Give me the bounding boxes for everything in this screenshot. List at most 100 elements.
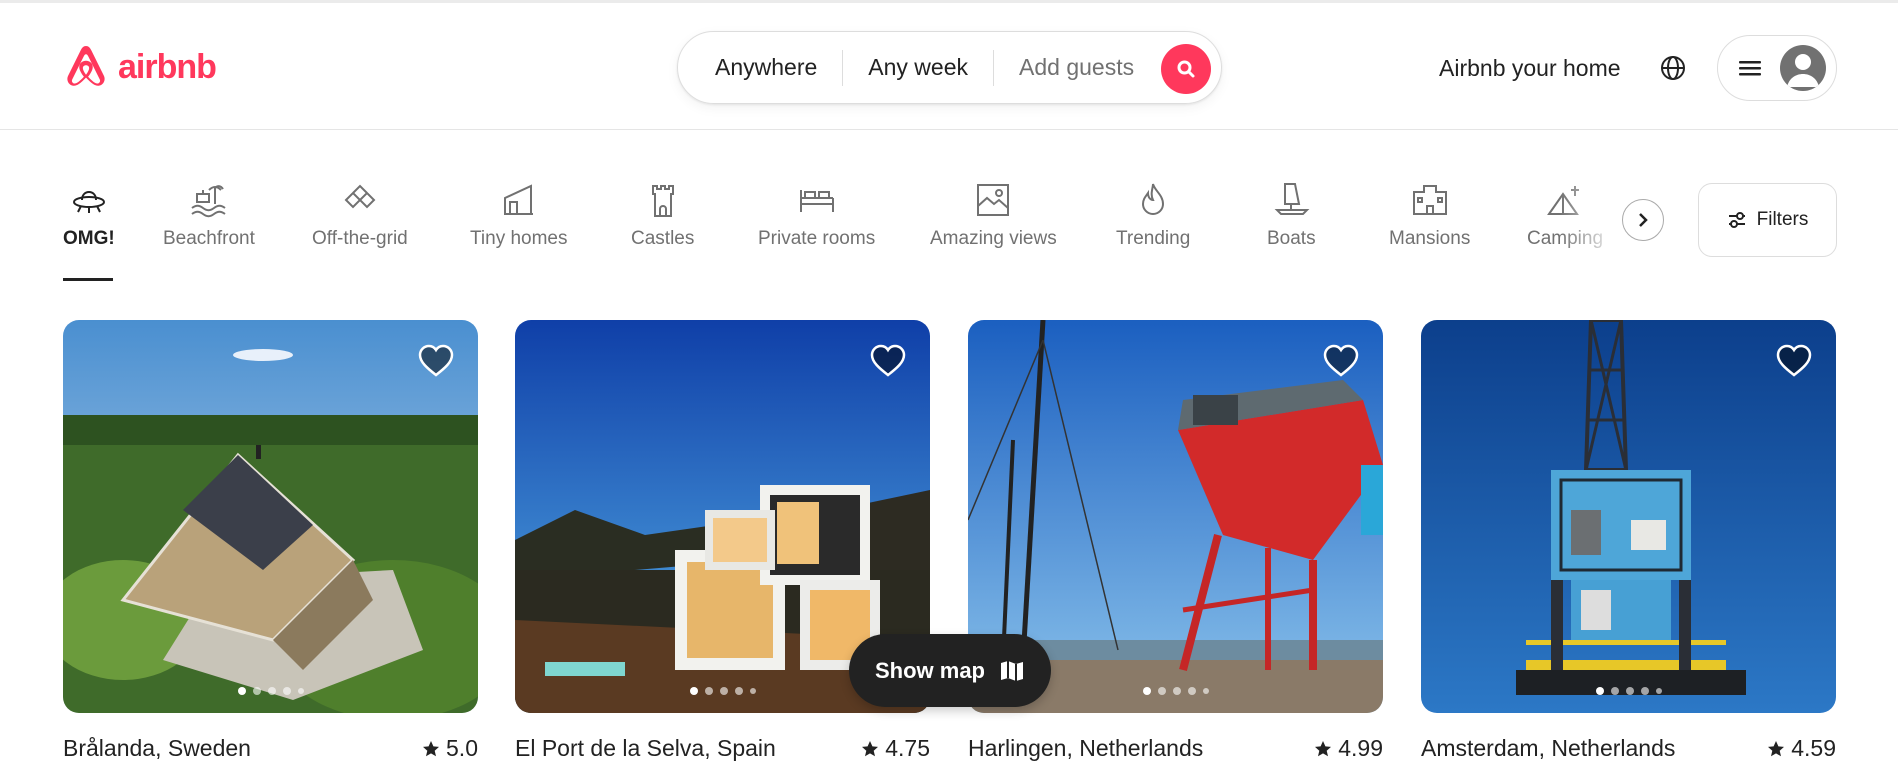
host-link[interactable]: Airbnb your home xyxy=(1439,55,1621,82)
flame-icon xyxy=(1142,183,1165,215)
listing-location: Harlingen, Netherlands xyxy=(968,735,1204,761)
listing-info: Amsterdam, Netherlands 4.59 xyxy=(1421,735,1836,762)
pagination-dot xyxy=(237,687,246,695)
pagination-dot xyxy=(719,687,728,695)
pagination-dot xyxy=(1142,687,1151,695)
category-omg[interactable]: OMG! xyxy=(63,180,115,250)
rating-value: 4.59 xyxy=(1791,735,1836,761)
logo-text: airbnb xyxy=(118,47,217,86)
category-trending[interactable]: Trending xyxy=(1116,180,1190,250)
filters-label: Filters xyxy=(1756,209,1809,230)
listing-rating: 5.0 xyxy=(422,735,478,762)
category-private-rooms[interactable]: Private rooms xyxy=(758,180,875,250)
globe-icon[interactable] xyxy=(1660,55,1686,81)
pagination-dot xyxy=(1172,687,1181,695)
star-icon xyxy=(423,740,440,756)
pagination-dot xyxy=(1625,687,1634,695)
off-grid-icon xyxy=(344,184,376,209)
pagination-dot xyxy=(704,687,713,695)
category-label: Amazing views xyxy=(930,228,1057,249)
star-icon xyxy=(1315,740,1332,756)
pagination-dot xyxy=(1202,688,1209,694)
listing-photo[interactable] xyxy=(1421,320,1836,713)
pagination-dot xyxy=(749,688,756,694)
show-map-label: Show map xyxy=(874,657,985,683)
tiny-home-icon xyxy=(503,184,533,215)
filters-icon xyxy=(1728,212,1745,228)
listing-card[interactable]: Amsterdam, Netherlands 4.59 xyxy=(1421,320,1836,762)
category-amazing-views[interactable]: Amazing views xyxy=(930,180,1057,250)
search-bar[interactable]: Anywhere Any week Add guests xyxy=(677,31,1222,104)
listing-rating: 4.99 xyxy=(1314,735,1383,762)
listing-photo-image xyxy=(1421,320,1836,713)
category-off-the-grid[interactable]: Off-the-grid xyxy=(312,180,408,250)
category-castles[interactable]: Castles xyxy=(631,180,694,250)
category-mansions[interactable]: Mansions xyxy=(1389,180,1470,250)
filters-button[interactable]: Filters xyxy=(1698,183,1837,257)
star-icon xyxy=(862,740,879,756)
pagination-dot xyxy=(267,687,276,695)
category-label: OMG! xyxy=(63,228,115,249)
listing-info: Brålanda, Sweden 5.0 xyxy=(63,735,478,762)
listing-rating: 4.75 xyxy=(861,735,930,762)
listing-info: El Port de la Selva, Spain 4.75 xyxy=(515,735,930,762)
category-label: Private rooms xyxy=(758,228,876,249)
search-where[interactable]: Anywhere xyxy=(678,54,842,81)
pagination-dot xyxy=(734,687,743,695)
rating-value: 4.75 xyxy=(885,735,930,761)
user-menu-button[interactable] xyxy=(1717,35,1837,101)
heart-icon[interactable] xyxy=(418,344,454,378)
search-button[interactable] xyxy=(1161,44,1211,94)
beach-icon xyxy=(191,185,226,218)
airbnb-logo[interactable]: airbnb xyxy=(62,41,217,93)
search-icon xyxy=(1177,60,1195,78)
pagination-dot xyxy=(297,688,304,694)
listing-photo[interactable] xyxy=(63,320,478,713)
search-who[interactable]: Add guests xyxy=(994,54,1159,81)
pagination-dot xyxy=(1595,687,1604,695)
listing-photo-image xyxy=(63,320,478,713)
pagination-dot xyxy=(689,687,698,695)
mansion-icon xyxy=(1412,185,1447,215)
category-label: Off-the-grid xyxy=(312,228,408,249)
avatar xyxy=(1780,45,1826,91)
category-label: Castles xyxy=(631,228,695,249)
heart-icon[interactable] xyxy=(1323,344,1359,378)
category-label: Trending xyxy=(1116,228,1191,249)
boat-icon xyxy=(1274,183,1310,215)
pagination-dot xyxy=(282,687,291,695)
rating-value: 5.0 xyxy=(446,735,478,761)
category-tiny-homes[interactable]: Tiny homes xyxy=(470,180,568,250)
listing-rating: 4.59 xyxy=(1767,735,1836,762)
airbnb-logo-icon xyxy=(67,46,105,86)
listing-location: El Port de la Selva, Spain xyxy=(515,735,776,761)
category-label: Tiny homes xyxy=(470,228,568,249)
pagination-dot xyxy=(252,687,261,695)
pagination-dot xyxy=(1187,687,1196,695)
category-label: Beachfront xyxy=(163,228,255,249)
active-category-indicator xyxy=(63,278,113,281)
listing-card[interactable]: Brålanda, Sweden 5.0 xyxy=(63,320,478,762)
category-next-button[interactable] xyxy=(1622,199,1664,241)
ufo-icon xyxy=(72,190,105,213)
category-beachfront[interactable]: Beachfront xyxy=(163,180,255,250)
category-fade xyxy=(1560,180,1620,270)
heart-icon[interactable] xyxy=(870,344,906,378)
listing-location: Brålanda, Sweden xyxy=(63,735,251,761)
photo-pagination xyxy=(1421,687,1836,695)
listing-location: Amsterdam, Netherlands xyxy=(1421,735,1676,761)
heart-icon[interactable] xyxy=(1776,344,1812,378)
star-icon xyxy=(1768,740,1785,756)
pagination-dot xyxy=(1655,688,1662,694)
show-map-button[interactable]: Show map xyxy=(849,634,1051,707)
pagination-dot xyxy=(1610,687,1619,695)
bed-icon xyxy=(799,190,834,212)
search-when[interactable]: Any week xyxy=(843,54,993,81)
photo-pagination xyxy=(63,687,478,695)
castle-icon xyxy=(651,185,674,217)
category-boats[interactable]: Boats xyxy=(1267,180,1316,250)
user-avatar-icon xyxy=(1787,54,1819,87)
rating-value: 4.99 xyxy=(1338,735,1383,761)
map-icon xyxy=(1001,660,1023,681)
pagination-dot xyxy=(1157,687,1166,695)
